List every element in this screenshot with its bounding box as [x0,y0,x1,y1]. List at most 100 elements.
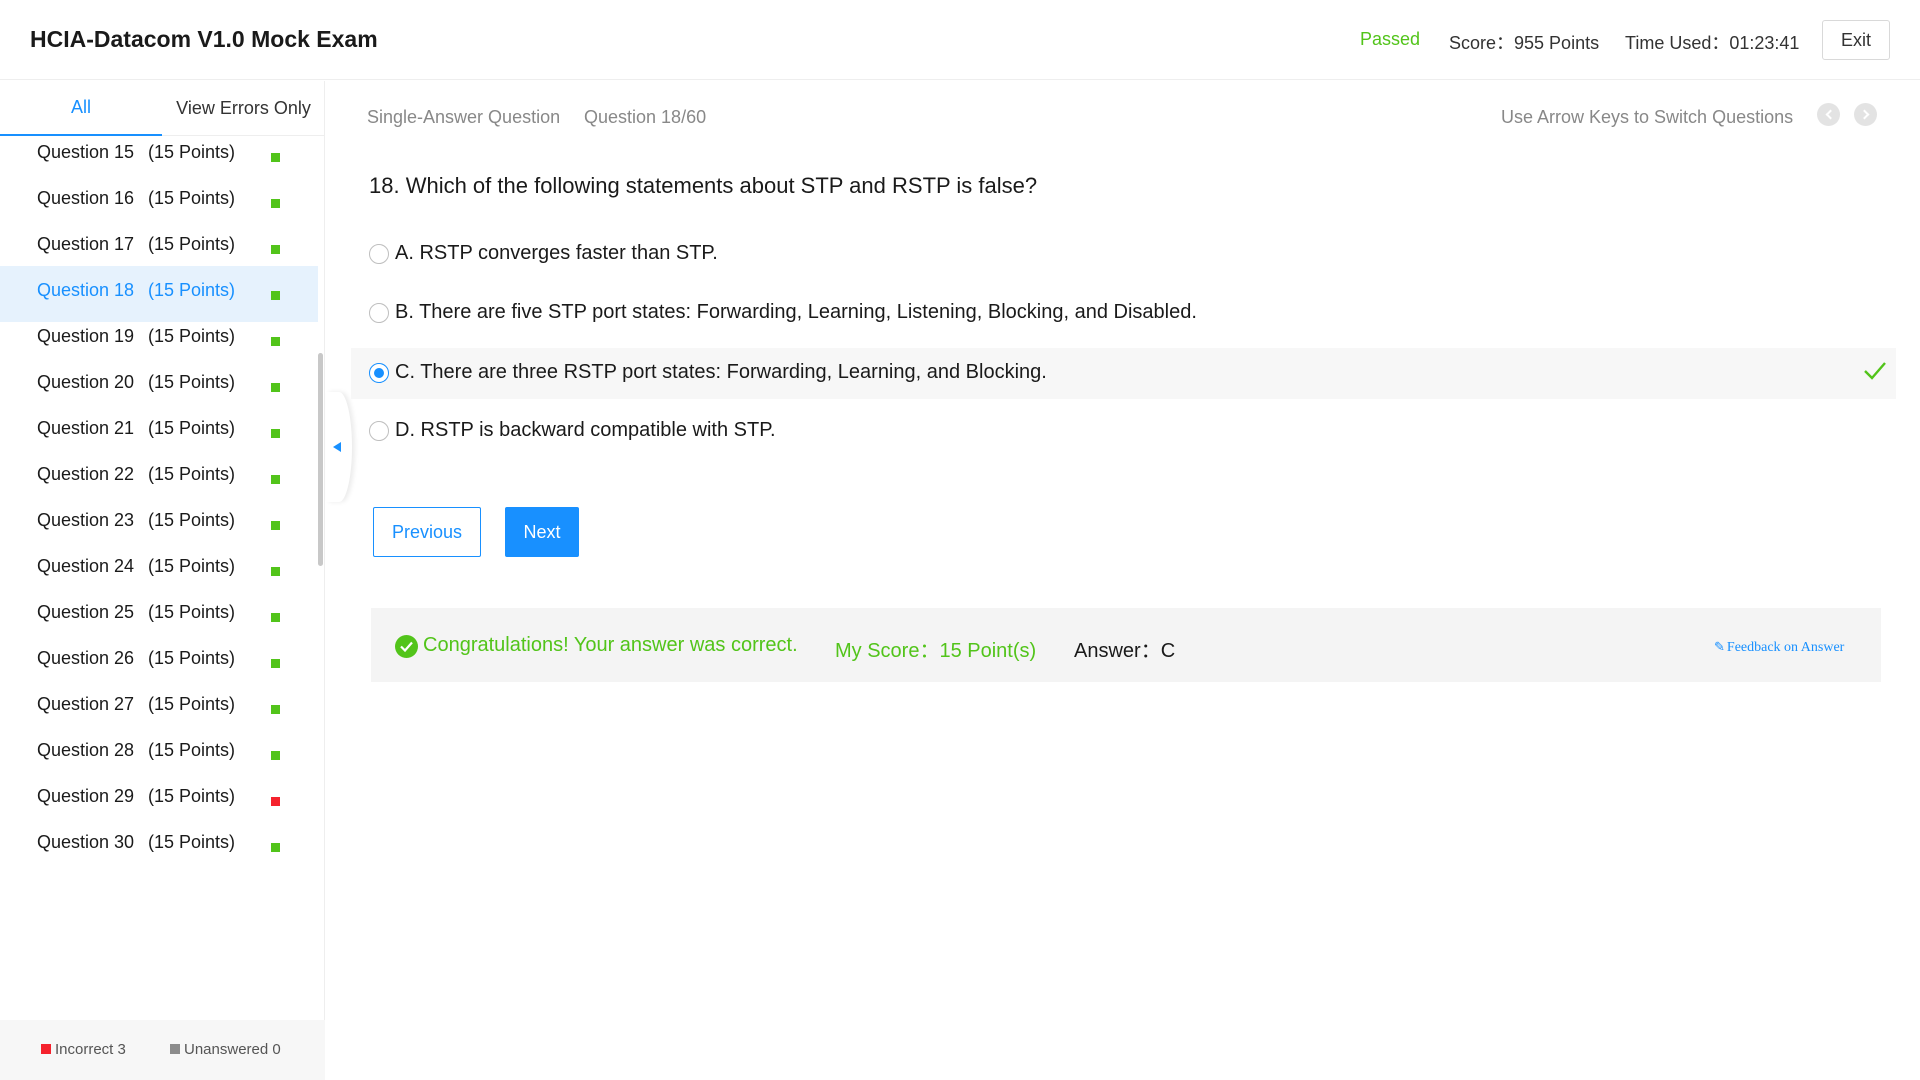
previous-button[interactable]: Previous [373,507,481,557]
status-square-icon [271,199,280,208]
status-badge: Passed [1360,29,1421,49]
correct-answer: Answer：C [1074,640,1176,662]
question-number: Question 18 [37,280,135,300]
question-number: Question 17 [37,234,135,254]
top-bar: HCIA-Datacom V1.0 Mock Exam Passed Score… [0,0,1920,80]
question-points: (15 Points) [148,832,236,852]
incorrect-square-icon [41,1044,51,1054]
question-number: Question 20 [37,372,135,392]
question-number: Question 26 [37,648,135,668]
sidebar-scrollbar[interactable] [318,353,323,566]
status-square-icon [271,843,280,852]
radio-button-selected[interactable] [369,363,389,383]
question-points: (15 Points) [148,740,236,760]
result-message: Congratulations! Your answer was correct… [423,634,798,656]
my-score: My Score：15 Point(s) [835,640,1037,662]
question-points: (15 Points) [148,786,236,806]
status-square-icon [271,659,280,668]
tab-view-errors-only[interactable]: View Errors Only [162,81,325,136]
chevron-right-icon [1859,109,1869,120]
legend-incorrect-label: Incorrect 3 [55,1041,126,1058]
question-number: Question 23 [37,510,135,530]
question-list-item[interactable]: Question 30 (15 Points) [0,818,318,874]
question-points: (15 Points) [148,418,236,438]
question-points: (15 Points) [148,188,236,208]
status-square-icon [271,337,280,346]
option-text: B. There are five STP port states: Forwa… [395,301,1197,323]
status-square-icon [271,245,280,254]
feedback-label: Feedback on Answer [1726,640,1845,655]
status-square-icon [271,613,280,622]
radio-button[interactable] [369,244,389,264]
question-points: (15 Points) [148,372,236,392]
question-points: (15 Points) [148,142,236,162]
question-number: Question 25 [37,602,135,622]
checkmark-icon [1864,362,1886,380]
unanswered-square-icon [170,1044,180,1054]
question-number: Question 28 [37,740,135,760]
question-number: Question 27 [37,694,135,714]
option-text: A. RSTP converges faster than STP. [395,242,718,264]
next-question-arrow-button[interactable] [1854,103,1877,126]
question-points: (15 Points) [148,280,236,300]
option-d[interactable]: D. RSTP is backward compatible with STP. [351,406,1896,457]
status-square-icon [271,797,280,806]
legend-unanswered: Unanswered 0 [170,1041,281,1058]
exit-button[interactable]: Exit [1822,20,1890,60]
status-square-icon [271,153,280,162]
legend-unanswered-label: Unanswered 0 [184,1041,281,1058]
question-type: Single-Answer Question [367,107,561,127]
question-points: (15 Points) [148,510,236,530]
status-square-icon [271,429,280,438]
question-number: Question 24 [37,556,135,576]
question-number: Question 15 [37,142,135,162]
question-number: Question 21 [37,418,135,438]
feedback-on-answer-link[interactable]: ✎ Feedback on Answer [1714,639,1844,656]
answer-result-panel: Congratulations! Your answer was correct… [371,608,1881,682]
tab-all[interactable]: All [0,81,162,136]
question-points: (15 Points) [148,648,236,668]
question-points: (15 Points) [148,326,236,346]
total-score: Score：955 Points [1449,33,1600,53]
option-a[interactable]: A. RSTP converges faster than STP. [351,229,1896,280]
status-square-icon [271,521,280,530]
option-c[interactable]: C. There are three RSTP port states: For… [351,348,1896,399]
radio-button[interactable] [369,421,389,441]
sidebar-tabs: All View Errors Only [0,81,325,136]
keyboard-hint: Use Arrow Keys to Switch Questions [1501,107,1794,127]
question-list: Question 15 (15 Points) Question 16 (15 … [0,136,318,1020]
status-square-icon [271,567,280,576]
page-title: HCIA-Datacom V1.0 Mock Exam [30,26,378,52]
question-number: Question 30 [37,832,135,852]
question-sidebar: All View Errors Only Question 15 (15 Poi… [0,81,325,1080]
radio-button[interactable] [369,303,389,323]
caret-left-icon [333,442,341,452]
question-points: (15 Points) [148,556,236,576]
question-points: (15 Points) [148,694,236,714]
option-text: D. RSTP is backward compatible with STP. [395,419,776,441]
option-text: C. There are three RSTP port states: For… [395,361,1047,383]
question-number: Question 22 [37,464,135,484]
question-points: (15 Points) [148,464,236,484]
collapse-sidebar-button[interactable] [326,392,352,502]
status-square-icon [271,705,280,714]
question-points: (15 Points) [148,602,236,622]
next-button[interactable]: Next [505,507,579,557]
question-number: Question 16 [37,188,135,208]
check-circle-icon [395,635,418,658]
option-b[interactable]: B. There are five STP port states: Forwa… [351,288,1896,339]
time-used: Time Used：01:23:41 [1625,33,1800,53]
question-number: Question 19 [37,326,135,346]
question-points: (15 Points) [148,234,236,254]
question-text: 18. Which of the following statements ab… [369,173,1038,198]
edit-icon: ✎ [1714,639,1725,654]
prev-question-arrow-button[interactable] [1817,103,1840,126]
status-square-icon [271,291,280,300]
question-progress: Question 18/60 [584,107,707,127]
status-square-icon [271,751,280,760]
status-square-icon [271,475,280,484]
chevron-left-icon [1825,109,1835,120]
status-square-icon [271,383,280,392]
question-number: Question 29 [37,786,135,806]
legend-incorrect: Incorrect 3 [41,1041,126,1058]
